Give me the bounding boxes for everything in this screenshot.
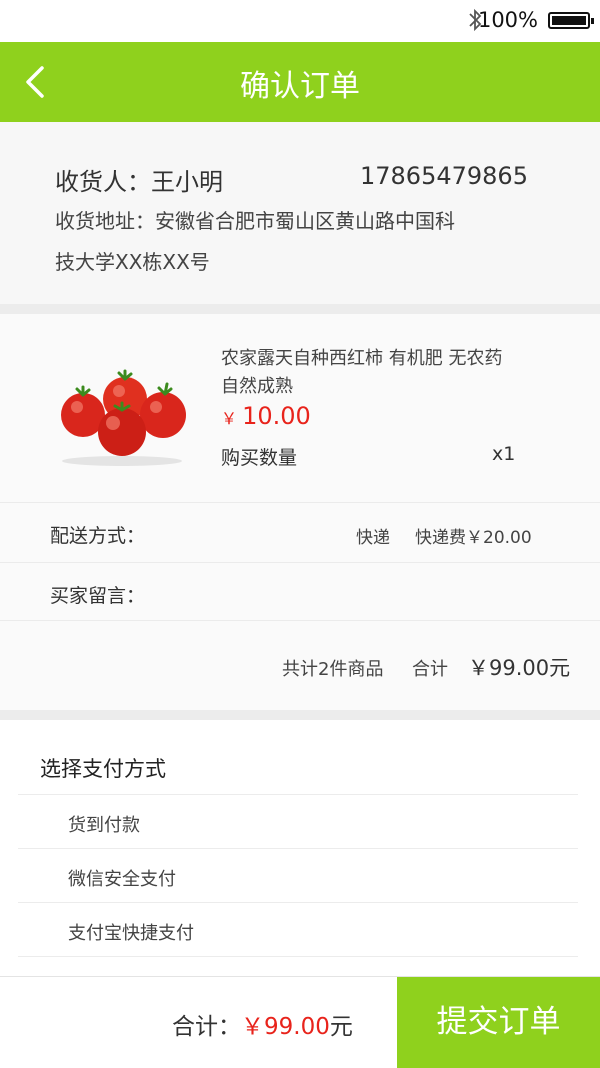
subtotal-label: 合计	[412, 659, 448, 680]
battery-percentage: 100%	[477, 8, 538, 32]
quantity-value: x1	[492, 443, 516, 465]
payment-option-wechat[interactable]: 微信安全支付	[18, 848, 578, 902]
status-bar: 100%	[0, 0, 600, 42]
footer-total-unit: 元	[329, 1014, 353, 1040]
buyer-message-label: 买家留言：	[50, 585, 146, 607]
order-section: 农家露天自种西红柿 有机肥 无农药 自然成熟 ￥ 10.00 购买数量 x1 配…	[0, 314, 600, 710]
buyer-message-row[interactable]: 买家留言：	[0, 562, 600, 621]
page-title: 确认订单	[240, 69, 360, 104]
quantity-label: 购买数量	[221, 447, 298, 469]
submit-order-button[interactable]: 提交订单	[397, 977, 600, 1068]
address-line-2: 技大学XX栋XX号	[55, 250, 210, 274]
app-bar: 确认订单	[0, 42, 600, 122]
section-divider	[0, 710, 600, 720]
footer-total-amount: ￥99.00	[241, 1014, 330, 1040]
footer-total-label: 合计：	[172, 1014, 241, 1040]
shipping-label: 配送方式：	[50, 525, 146, 547]
product-name-line-1: 农家露天自种西红柿 有机肥 无农药	[221, 348, 503, 369]
payment-heading: 选择支付方式	[40, 757, 166, 781]
product-item[interactable]: 农家露天自种西红柿 有机肥 无农药 自然成熟 ￥ 10.00 购买数量 x1	[0, 314, 600, 502]
section-divider	[0, 304, 600, 314]
subtotal-value: ￥99.00元	[468, 656, 571, 680]
price-value: 10.00	[242, 402, 311, 430]
receiver-name: 收货人：王小明	[55, 168, 223, 196]
payment-option-label: 微信安全支付	[68, 869, 176, 890]
product-name-line-2: 自然成熟	[221, 376, 293, 397]
product-price: ￥ 10.00	[221, 402, 311, 430]
shipping-row[interactable]: 配送方式： 快递 快递费￥20.00	[0, 502, 600, 563]
order-summary-row: 共计2件商品 合计 ￥99.00元	[0, 620, 600, 711]
tomato-product-image	[61, 369, 186, 466]
payment-option-alipay[interactable]: 支付宝快捷支付	[18, 902, 578, 957]
shipping-method: 快递	[356, 528, 390, 548]
address-line-1: 收货地址：安徽省合肥市蜀山区黄山路中国科	[55, 209, 455, 233]
checkout-bar: 合计：￥99.00元 提交订单	[0, 976, 600, 1068]
payment-section: 选择支付方式 货到付款 微信安全支付 支付宝快捷支付	[0, 720, 600, 976]
address-card[interactable]: 收货人：王小明 17865479865 收货地址：安徽省合肥市蜀山区黄山路中国科…	[0, 122, 600, 306]
currency-symbol: ￥	[221, 409, 238, 428]
battery-icon	[548, 12, 594, 29]
receiver-phone: 17865479865	[360, 162, 528, 190]
item-count: 共计2件商品	[282, 659, 384, 680]
payment-option-label: 货到付款	[68, 815, 140, 836]
shipping-fee: 快递费￥20.00	[415, 528, 532, 548]
payment-option-cod[interactable]: 货到付款	[18, 794, 578, 848]
payment-option-label: 支付宝快捷支付	[68, 923, 194, 944]
footer-total: 合计：￥99.00元	[172, 1007, 353, 1041]
